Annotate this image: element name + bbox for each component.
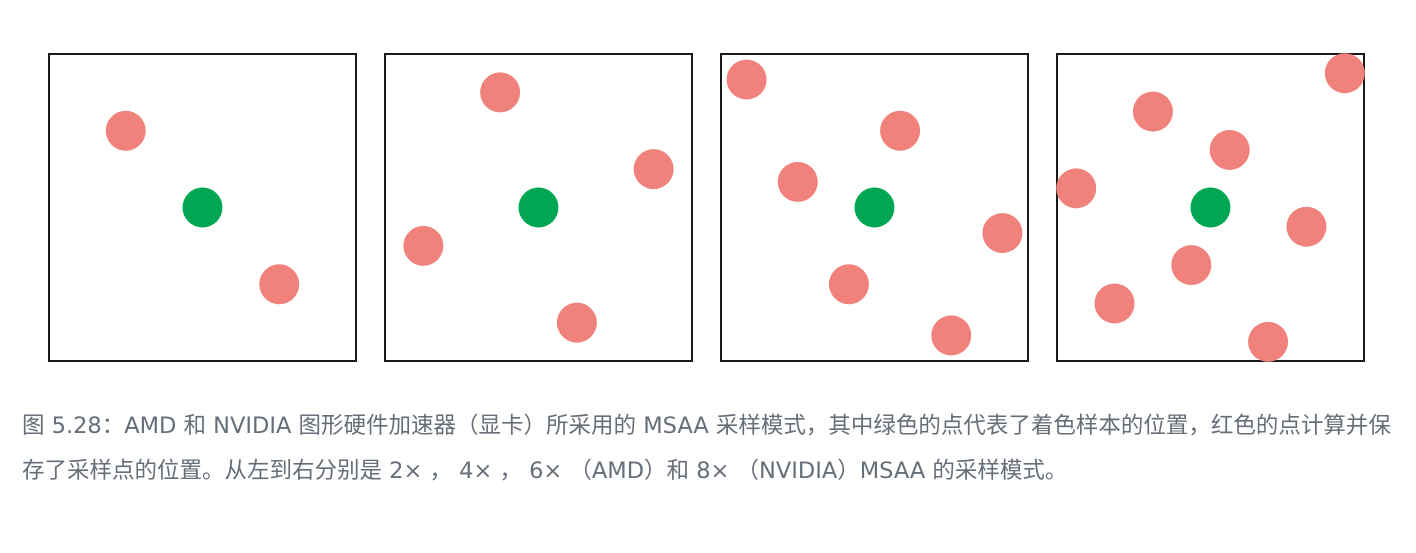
- msaa-sample-pattern-figure: [48, 53, 1365, 362]
- sample-point: [556, 302, 597, 343]
- panel-8x: [1056, 53, 1365, 362]
- sample-point: [726, 59, 767, 100]
- sample-point: [931, 315, 972, 356]
- shading-sample-point: [518, 187, 559, 228]
- sample-point: [1094, 283, 1135, 324]
- sample-point: [1248, 321, 1289, 362]
- sample-point: [1209, 129, 1250, 170]
- sample-point: [982, 213, 1023, 254]
- figure-caption: 图 5.28：AMD 和 NVIDIA 图形硬件加速器（显卡）所采用的 MSAA…: [22, 413, 1391, 484]
- panel-6x: [720, 53, 1029, 362]
- sample-point: [1324, 53, 1365, 94]
- panel-4x: [384, 53, 693, 362]
- shading-sample-point: [854, 187, 895, 228]
- panel-2x: [48, 53, 357, 362]
- sample-point: [828, 264, 869, 305]
- sample-point: [1286, 206, 1327, 247]
- sample-point: [1132, 91, 1173, 132]
- shading-sample-point: [1190, 187, 1231, 228]
- sample-point: [1171, 245, 1212, 286]
- sample-point: [777, 161, 818, 202]
- sample-point: [480, 72, 521, 113]
- sample-point: [403, 225, 444, 266]
- sample-point: [105, 110, 146, 151]
- sample-point: [880, 110, 921, 151]
- shading-sample-point: [182, 187, 223, 228]
- sample-point: [1056, 168, 1097, 209]
- sample-point: [259, 264, 300, 305]
- sample-point: [633, 149, 674, 190]
